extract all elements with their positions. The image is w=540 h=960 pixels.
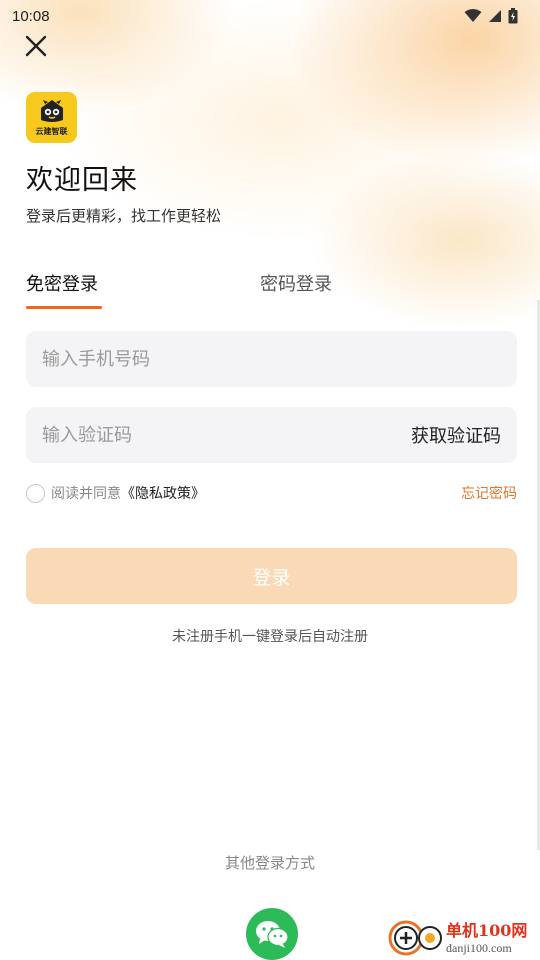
get-code-button[interactable]: 获取验证码: [411, 422, 501, 448]
app-logo: 云建智联: [26, 92, 77, 143]
phone-input[interactable]: [42, 348, 342, 370]
login-button[interactable]: 登录: [26, 548, 517, 604]
agreement-row: 阅读并同意 《隐私政策》 忘记密码: [26, 481, 517, 505]
code-field[interactable]: 获取验证码: [26, 407, 517, 463]
privacy-policy-link[interactable]: 《隐私政策》: [121, 483, 205, 503]
logo-text: 云建智联: [35, 127, 68, 136]
status-time: 10:08: [12, 7, 50, 25]
active-tab-indicator: [26, 306, 102, 309]
logo-mascot-icon: [40, 100, 63, 122]
close-button[interactable]: [20, 30, 52, 62]
watermark-text: 单机100网 danji100.com: [446, 917, 527, 956]
watermark-logo-icon: [388, 920, 442, 956]
other-login-label: 其他登录方式: [224, 854, 315, 872]
wechat-login-button[interactable]: [246, 908, 298, 960]
page-subtitle: 登录后更精彩，找工作更轻松: [26, 207, 222, 225]
tab-password-login[interactable]: 密码登录: [260, 270, 332, 310]
watermark-en: danji100.com: [446, 940, 512, 955]
phone-field[interactable]: [26, 331, 517, 387]
agree-text: 阅读并同意: [51, 486, 121, 502]
page-title: 欢迎回来: [26, 165, 138, 196]
status-bar: 10:08: [0, 0, 540, 32]
tab-passwordless-login[interactable]: 免密登录: [26, 270, 98, 310]
agree-checkbox[interactable]: [26, 483, 45, 503]
forgot-password-link[interactable]: 忘记密码: [461, 483, 517, 503]
login-tabs: 免密登录 密码登录: [26, 270, 514, 312]
battery-icon: [508, 8, 518, 24]
register-hint: 未注册手机一键登录后自动注册: [172, 629, 368, 645]
wifi-icon: [464, 9, 482, 22]
site-watermark: 单机100网 danji100.com: [386, 912, 538, 960]
wechat-icon: [256, 921, 289, 948]
close-icon: [25, 35, 47, 57]
signal-icon: [489, 10, 501, 22]
watermark-cn: 单机100网: [446, 920, 528, 940]
status-icons: [464, 8, 518, 24]
verification-code-input[interactable]: [42, 424, 342, 446]
agreement-group: 阅读并同意 《隐私政策》: [26, 483, 205, 503]
